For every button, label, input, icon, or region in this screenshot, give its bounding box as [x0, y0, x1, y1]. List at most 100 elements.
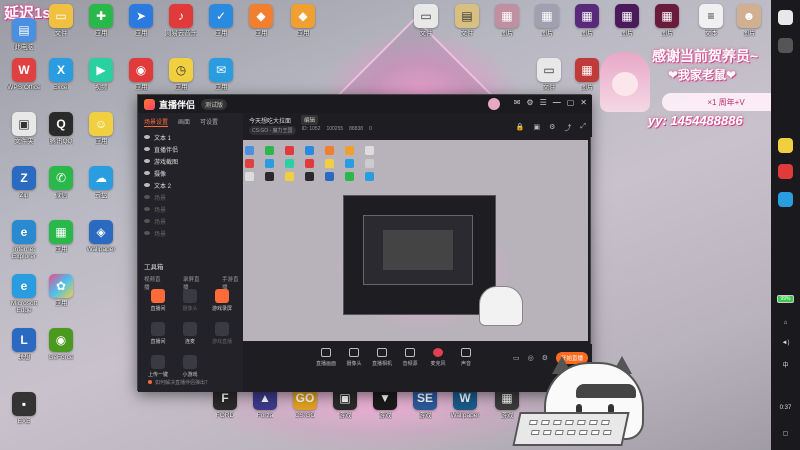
desktop-icon-ps[interactable]: ▣ 游戏 [324, 386, 366, 436]
tool-game-live[interactable]: 游戏直播 [206, 322, 238, 345]
phone-camera-button[interactable]: 直播相机 [367, 348, 397, 367]
desktop-icon-img1[interactable]: ▦ 图片 [486, 4, 528, 54]
eye-icon[interactable] [144, 159, 150, 163]
tool-mic-link[interactable]: 连麦 [174, 322, 206, 345]
desktop-icon-window[interactable]: ▭ 文件 [405, 4, 447, 54]
volume-button[interactable]: 声音 [451, 348, 481, 367]
search-icon[interactable] [778, 38, 793, 53]
eye-icon[interactable] [144, 135, 150, 139]
maximize-icon[interactable]: ▢ [567, 98, 575, 107]
desktop-icon-arrow[interactable]: ➤ 应用 [120, 4, 162, 54]
desktop-icon-nvidia[interactable]: ◉ GeForce [40, 328, 82, 378]
share-icon[interactable]: ⤴ [564, 123, 571, 133]
desktop-icon-wechat[interactable]: ✆ 微信 [40, 166, 82, 216]
settings-icon[interactable]: ⚙ [549, 123, 555, 133]
desktop-icon-qq[interactable]: Q 腾讯QQ [40, 112, 82, 162]
layer-item[interactable]: 场景 [138, 227, 243, 239]
room-title[interactable]: 今天想吃大拉面 [249, 116, 291, 125]
notification-icon[interactable]: ▢ [771, 430, 800, 437]
layer-item[interactable]: 直播伴侣 [138, 143, 243, 155]
desktop-icon-se[interactable]: SE 游戏 [404, 386, 446, 436]
desktop-icon-img3[interactable]: ▦ 图片 [566, 4, 608, 54]
user-avatar[interactable] [488, 98, 500, 110]
tab-screen[interactable]: 画面 [178, 117, 190, 127]
close-icon[interactable]: ✕ [580, 98, 587, 107]
minimize-icon[interactable]: — [553, 98, 561, 107]
desktop-icon-wps[interactable]: W WPS Office [3, 58, 45, 108]
desktop-icon-color[interactable]: ✿ 应用 [40, 274, 82, 324]
eye-icon[interactable] [144, 195, 150, 199]
desktop-icon-edge[interactable]: e Microsoft Edge [3, 274, 45, 324]
desktop-icon-video[interactable]: ▶ 视频 [80, 58, 122, 108]
eye-icon[interactable] [144, 207, 150, 211]
eye-icon[interactable] [144, 183, 150, 187]
layer-item[interactable]: 场景 [138, 215, 243, 227]
layer-item[interactable]: 摄像 [138, 167, 243, 179]
desktop-icon-img2[interactable]: ▦ 图片 [526, 4, 568, 54]
app-titlebar[interactable]: 直播伴侣 测试版 ✉ ⚙ ☰ — ▢ ✕ [138, 95, 592, 113]
ime-icon[interactable]: 中 [771, 360, 800, 369]
desktop-icon-cloud[interactable]: ☁ 云盘 [80, 166, 122, 216]
desktop-icon-tool[interactable]: ▣ 文件夹 [3, 112, 45, 162]
desktop-icon-shield[interactable]: ✓ 应用 [200, 4, 242, 54]
desktop-icon-excel[interactable]: X Excel [40, 58, 82, 108]
battery-indicator[interactable]: 99% [777, 295, 794, 303]
room-edit-button[interactable]: 编辑 [301, 115, 319, 125]
tool-camera[interactable]: 摄像头 [174, 289, 206, 312]
eye-icon[interactable] [144, 231, 150, 235]
layer-item[interactable]: 文本 2 [138, 179, 243, 191]
desktop-icon-wallpaper[interactable]: ◈ Wallpaper [80, 220, 122, 270]
lock-icon[interactable]: 🔒 [516, 123, 525, 133]
layer-item[interactable]: 场景 [138, 191, 243, 203]
volume-icon[interactable]: ◄) [771, 340, 800, 346]
qq-taskbar-icon[interactable] [778, 192, 793, 207]
desktop-icon-app3[interactable]: ✚ 应用 [80, 4, 122, 54]
desktop-icon-green[interactable]: ▦ 应用 [40, 220, 82, 270]
audio-source-button[interactable]: 音频源 [395, 348, 425, 367]
tab-scene[interactable]: 场景设置 [144, 117, 169, 127]
desktop-icon-wallpaper-engine[interactable]: W Wallpaper [444, 386, 486, 436]
desktop-icon-zip[interactable]: Z Zip [3, 166, 45, 216]
window-icon[interactable] [778, 10, 793, 25]
desktop-icon-go[interactable]: GO CS:GO [284, 386, 326, 436]
desktop-icon-apex[interactable]: ▼ 游戏 [364, 386, 406, 436]
tab-settings[interactable]: 可设置 [200, 117, 218, 127]
desktop-icon-fox2[interactable]: ◆ 应用 [282, 4, 324, 54]
desktop-icon-ford[interactable]: F FORD [204, 386, 246, 436]
eye-icon[interactable] [144, 147, 150, 151]
stream-preview[interactable] [243, 140, 588, 341]
desktop-icon-netease[interactable]: ♪ 网易云音乐 [160, 4, 202, 54]
tool-game-capture[interactable]: 游戏录屏 [206, 289, 238, 312]
desktop-icon-img4[interactable]: ▦ 图片 [606, 4, 648, 54]
desktop-icon-folder[interactable]: ▭ 文件 [40, 4, 82, 54]
message-icon[interactable]: ✉ [514, 98, 521, 107]
eye-icon[interactable] [144, 171, 150, 175]
network-icon[interactable]: ⌂ [771, 320, 800, 326]
desktop-icon-doc1[interactable]: ▤ 文件 [446, 4, 488, 54]
clock[interactable]: 0:37 [771, 405, 800, 411]
layer-item[interactable]: 文本 1 [138, 131, 243, 143]
expand-icon[interactable]: ⤢ [580, 123, 586, 133]
help-link[interactable]: 如何解决直播伴侣弹出？ [148, 379, 210, 386]
desktop-icon-lenovo[interactable]: L 联想 [3, 328, 45, 378]
desktop-icon-forza[interactable]: ▲ Forza [244, 386, 286, 436]
eye-icon[interactable] [144, 219, 150, 223]
category-chip[interactable]: CS:GO - 魔力王国 [249, 126, 296, 135]
netease-taskbar-icon[interactable] [778, 164, 793, 179]
layer-item[interactable]: 游戏截图 [138, 155, 243, 167]
live-companion-window[interactable]: 直播伴侣 测试版 ✉ ⚙ ☰ — ▢ ✕ 场景设置 画面 可设置 文本 1 直播… [137, 94, 592, 392]
settings-icon[interactable]: ⚙ [526, 98, 533, 107]
layer-item[interactable]: 场景 [138, 203, 243, 215]
mic-button[interactable]: 麦克风 [423, 348, 453, 367]
tool-live-room[interactable]: 直播间 [142, 289, 174, 312]
layout-icon[interactable]: ▣ [533, 123, 540, 133]
desktop-icon-fox[interactable]: ◆ 应用 [240, 4, 282, 54]
tool-upload[interactable]: 上传一键 [142, 355, 174, 378]
tool-mini-game[interactable]: 小游戏 [174, 355, 206, 378]
menu-icon[interactable]: ☰ [540, 98, 547, 107]
desktop-icon-ie[interactable]: e Internet Explorer [3, 220, 45, 270]
desktop-icon-exe[interactable]: ▪ EXE [3, 392, 45, 442]
screen-source-button[interactable]: 直播画面 [311, 348, 341, 367]
tool-room[interactable]: 直播间 [142, 322, 174, 345]
desktop-icon-cute[interactable]: ☺ 应用 [80, 112, 122, 162]
